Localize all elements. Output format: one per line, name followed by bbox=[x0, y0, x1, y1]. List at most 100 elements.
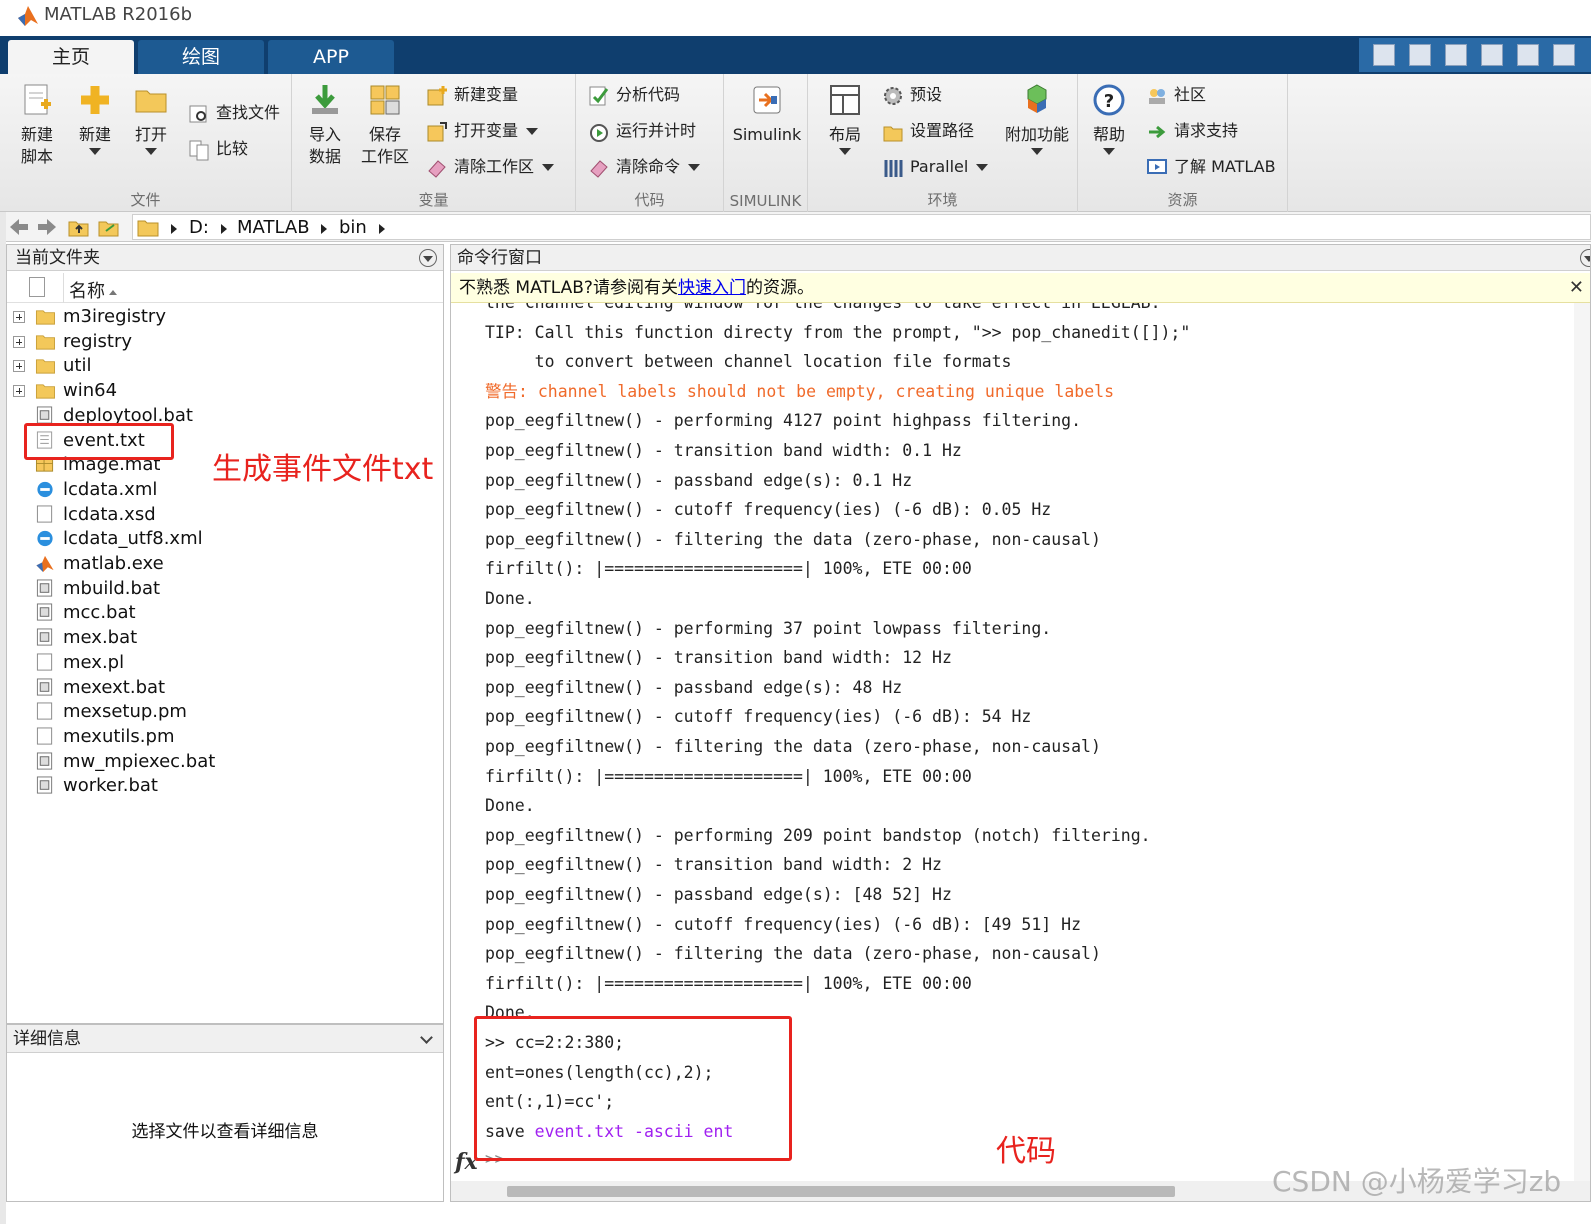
expand-icon[interactable] bbox=[13, 311, 25, 323]
folder-icon bbox=[35, 335, 55, 350]
name-column-label: 名称 bbox=[69, 281, 105, 302]
tab-home[interactable]: 主页 bbox=[8, 40, 134, 74]
file-row[interactable]: lcdata.xsd bbox=[7, 503, 443, 527]
file-list-header: 名称 bbox=[7, 273, 443, 303]
file-row[interactable]: matlab.exe bbox=[7, 552, 443, 576]
file-row[interactable]: mbuild.bat bbox=[7, 577, 443, 601]
file-row[interactable]: worker.bat bbox=[7, 774, 443, 798]
file-row[interactable]: mexutils.pm bbox=[7, 725, 443, 749]
up-folder-icon[interactable] bbox=[68, 216, 90, 238]
cut-icon[interactable] bbox=[1445, 44, 1467, 66]
folder-row[interactable]: win64 bbox=[7, 379, 443, 403]
output-line: pop_eegfiltnew() - performing 37 point l… bbox=[485, 618, 1052, 638]
learn-matlab-icon bbox=[1147, 158, 1167, 174]
tab-apps[interactable]: APP bbox=[268, 40, 394, 74]
file-name: util bbox=[63, 355, 92, 377]
file-row[interactable]: mexsetup.pm bbox=[7, 700, 443, 724]
folder-icon bbox=[35, 359, 55, 374]
file-row[interactable]: lcdata_utf8.xml bbox=[7, 527, 443, 551]
analyze-code-icon bbox=[589, 86, 609, 105]
scrollbar-thumb[interactable] bbox=[507, 1186, 1175, 1197]
eraser-icon bbox=[428, 159, 446, 178]
browse-folder-icon[interactable] bbox=[98, 216, 120, 238]
run-and-time-label: 运行并计时 bbox=[616, 121, 697, 140]
forward-arrow-icon[interactable] bbox=[36, 216, 58, 238]
request-support-button[interactable]: 请求支持 bbox=[1146, 116, 1238, 146]
community-label: 社区 bbox=[1174, 85, 1207, 104]
window-title: MATLAB R2016b bbox=[44, 4, 193, 25]
clear-commands-label: 清除命令 bbox=[616, 157, 681, 176]
clear-workspace-button[interactable]: 清除工作区 bbox=[426, 152, 555, 182]
ribbon-group-label: 资源 bbox=[1167, 191, 1198, 209]
open-variable-button[interactable]: 打开变量 bbox=[426, 116, 539, 146]
close-icon[interactable]: ✕ bbox=[1569, 273, 1584, 303]
breadcrumb-separator-icon bbox=[221, 224, 227, 234]
paste-icon[interactable] bbox=[1517, 44, 1539, 66]
bat-icon bbox=[36, 628, 53, 646]
save-icon[interactable] bbox=[1409, 44, 1431, 66]
help-button[interactable]: ? 帮助 bbox=[1080, 82, 1138, 155]
undo-icon[interactable] bbox=[1553, 44, 1575, 66]
community-button[interactable]: 社区 bbox=[1146, 80, 1206, 110]
add-ons-button[interactable]: 附加功能 bbox=[1000, 82, 1074, 155]
parallel-button[interactable]: Parallel bbox=[882, 152, 989, 182]
import-data-icon bbox=[312, 85, 338, 114]
new-script-button[interactable]: 新建 脚本 bbox=[8, 82, 66, 168]
chevron-down-icon[interactable] bbox=[420, 1031, 433, 1044]
expand-icon[interactable] bbox=[13, 385, 25, 398]
simulink-button[interactable]: Simulink bbox=[728, 82, 806, 146]
doc-icon bbox=[36, 653, 53, 671]
save-workspace-button[interactable]: 保存 工作区 bbox=[356, 82, 414, 168]
clear-commands-button[interactable]: 清除命令 bbox=[588, 152, 701, 182]
details-header[interactable]: 详细信息 bbox=[7, 1025, 443, 1053]
file-name: worker.bat bbox=[63, 775, 158, 797]
tab-plots[interactable]: 绘图 bbox=[138, 40, 264, 74]
folder-row[interactable]: util bbox=[7, 354, 443, 378]
compare-button[interactable]: 比较 bbox=[188, 134, 248, 164]
panel-actions-icon[interactable] bbox=[419, 249, 437, 267]
breadcrumb-bin[interactable]: bin bbox=[339, 217, 367, 238]
open-button[interactable]: 打开 bbox=[122, 82, 180, 155]
breadcrumb-drive[interactable]: D: bbox=[189, 217, 209, 238]
breadcrumb-separator-icon bbox=[171, 224, 177, 234]
find-files-button[interactable]: 查找文件 bbox=[188, 98, 280, 128]
folder-row[interactable]: registry bbox=[7, 330, 443, 354]
analyze-code-button[interactable]: 分析代码 bbox=[588, 80, 680, 110]
file-row[interactable]: mcc.bat bbox=[7, 601, 443, 625]
ribbon-group-resources: ? 帮助 社区 请求支持 了解 MATLAB 资源 bbox=[1078, 74, 1288, 212]
file-row[interactable]: mw_mpiexec.bat bbox=[7, 750, 443, 774]
new-variable-button[interactable]: 新建变量 bbox=[426, 80, 518, 110]
back-arrow-icon[interactable] bbox=[8, 216, 30, 238]
ribbon-group-label: 环境 bbox=[927, 191, 958, 209]
save-workspace-label: 保存 工作区 bbox=[360, 125, 409, 166]
add-ons-icon bbox=[1027, 84, 1047, 113]
file-name: mex.pl bbox=[63, 651, 125, 673]
file-row[interactable]: mexext.bat bbox=[7, 676, 443, 700]
layout-button[interactable]: 布局 bbox=[816, 82, 874, 155]
file-row[interactable]: mex.bat bbox=[7, 626, 443, 650]
copy-icon[interactable] bbox=[1481, 44, 1503, 66]
preferences-button[interactable]: 预设 bbox=[882, 80, 942, 110]
vertical-scrollbar[interactable] bbox=[1574, 303, 1590, 1183]
path-breadcrumb[interactable]: D: MATLAB bin bbox=[132, 214, 1591, 240]
panel-actions-icon[interactable] bbox=[1580, 249, 1590, 267]
import-data-button[interactable]: 导入 数据 bbox=[296, 82, 354, 168]
name-column-header[interactable]: 名称 bbox=[69, 277, 117, 303]
output-line: TIP: Call this function directy from the… bbox=[485, 322, 1191, 342]
file-name: win64 bbox=[63, 380, 118, 402]
set-path-button[interactable]: 设置路径 bbox=[882, 116, 974, 146]
ribbon-group-label: 代码 bbox=[634, 191, 665, 209]
open-label: 打开 bbox=[134, 125, 167, 144]
expand-icon[interactable] bbox=[13, 360, 25, 373]
folder-row[interactable]: m3iregistry bbox=[7, 305, 443, 329]
expand-icon[interactable] bbox=[13, 335, 25, 348]
run-and-time-button[interactable]: 运行并计时 bbox=[588, 116, 696, 146]
clear-workspace-label: 清除工作区 bbox=[454, 157, 535, 176]
quick-start-link[interactable]: 快速入门 bbox=[678, 278, 746, 298]
learn-matlab-button[interactable]: 了解 MATLAB bbox=[1146, 152, 1276, 182]
breadcrumb-matlab[interactable]: MATLAB bbox=[237, 217, 310, 238]
file-row[interactable]: mex.pl bbox=[7, 651, 443, 675]
open-window-icon[interactable] bbox=[1373, 44, 1395, 66]
new-button[interactable]: 新建 bbox=[66, 82, 124, 155]
import-data-label: 导入 数据 bbox=[308, 125, 341, 166]
